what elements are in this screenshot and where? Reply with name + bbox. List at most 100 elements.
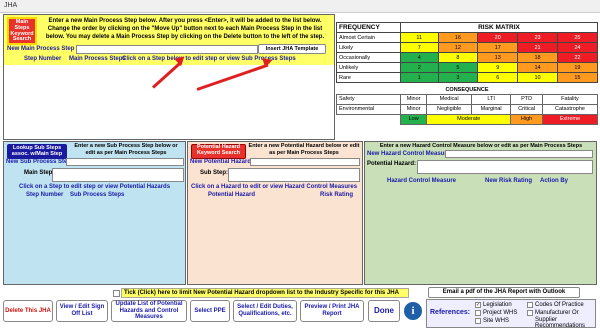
update-list-button[interactable]: Update List of Potential Hazards and Con… <box>111 300 187 322</box>
risk-matrix-table: FREQUENCY RISK MATRIX Almost Certain 11 16… <box>336 22 599 83</box>
risk-row-label: Occasionally <box>336 52 401 63</box>
ref-manufacturer-checkbox[interactable] <box>527 310 533 316</box>
risk-cell: 3 <box>437 72 479 83</box>
risk-cell: 10 <box>517 72 558 83</box>
consequence-cell: Medical <box>426 93 472 105</box>
hazard-click-instructions: Click on a Hazard to edit or view Hazard… <box>191 184 358 190</box>
control-panel: Enter a new Hazard Control Measure below… <box>364 141 597 285</box>
consequence-cell: PTD <box>510 93 543 105</box>
main-step-label: Main Step: <box>24 170 55 176</box>
sub-instructions: Enter a new Sub Process Step below or ed… <box>74 143 178 157</box>
risk-cell: 20 <box>477 32 519 43</box>
main-steps-list[interactable] <box>4 65 334 139</box>
risk-cell: 9 <box>477 62 519 73</box>
ref-legislation-label: Legislation <box>483 302 512 308</box>
consequence-row: Environmental Minor Negligible Marginal Crit… <box>336 103 599 115</box>
info-icon[interactable]: i <box>404 302 422 320</box>
consequence-row-label: Environmental <box>336 103 401 115</box>
risk-row-label: Unlikely <box>336 62 401 73</box>
legend-low: Low <box>399 113 428 125</box>
main-keyword-search-button[interactable]: Main Steps Keyword Search <box>7 17 37 45</box>
risk-row: Almost Certain 11 16 20 23 25 <box>336 32 599 43</box>
sub-step-field[interactable] <box>228 168 360 182</box>
hdr-risk-rating: Risk Rating <box>320 192 354 198</box>
risk-cell: 25 <box>556 32 599 43</box>
risk-cell: 12 <box>437 42 479 53</box>
risk-cell: 17 <box>477 42 519 53</box>
new-sub-step-input[interactable] <box>66 158 184 166</box>
consequence-cell: Marginal <box>470 103 512 115</box>
insert-jha-template-button[interactable]: Insert JHA Template <box>258 44 326 54</box>
risk-row-label: Likely <box>336 42 401 53</box>
new-hazard-input[interactable] <box>250 158 360 166</box>
main-step-field[interactable] <box>52 168 184 182</box>
hdr-action-by: Action By <box>540 178 569 184</box>
main-instructions: Enter a new Main Process Step below. Aft… <box>45 18 325 41</box>
risk-cell: 14 <box>517 62 558 73</box>
view-signoff-button[interactable]: View / Edit Sign Off List <box>56 300 108 322</box>
new-control-input[interactable] <box>445 150 593 158</box>
preview-print-button[interactable]: Preview / Print JHA Report <box>300 300 364 322</box>
legend-high: High <box>510 113 543 125</box>
sub-step-label: Sub Step: <box>200 170 228 176</box>
references-label: References: <box>430 309 471 316</box>
consequence-table: CONSEQUENCE Safety Minor Medical LTI PTD Fata… <box>336 86 599 125</box>
risk-row-label: Almost Certain <box>336 32 401 43</box>
consequence-cell: Minor <box>399 103 428 115</box>
new-sub-step-label: New Sub Process Step <box>6 159 72 165</box>
lookup-sub-steps-button[interactable]: Lookup Sub Steps assoc. w/Main Step <box>7 144 67 159</box>
hdr-hazard-control-measure: Hazard Control Measure <box>387 178 457 184</box>
hazard-keyword-search-button[interactable]: Potential Hazard Keyword Search <box>191 144 246 159</box>
legend-moderate: Moderate <box>426 113 512 125</box>
done-button[interactable]: Done <box>368 300 400 322</box>
email-pdf-button[interactable]: Email a pdf of the JHA Report with Outlo… <box>428 287 580 298</box>
limit-text[interactable]: Tick (Click) here to limit New Potential… <box>121 288 409 298</box>
sub-steps-list[interactable] <box>4 200 185 284</box>
consequence-cell: Negligible <box>426 103 472 115</box>
main-list-header: Step Number Main Process Steps Click on … <box>4 55 334 64</box>
new-main-step-input[interactable] <box>76 45 258 54</box>
ref-codes-checkbox[interactable] <box>527 302 533 308</box>
legend-extreme: Extreme <box>541 113 599 125</box>
consequence-cell: Fatality <box>541 93 599 105</box>
new-hazard-label: New Potential Hazard <box>190 159 252 165</box>
ref-codes-label: Codes Of Practice <box>535 302 584 308</box>
ref-site-whs-label: Site WHS <box>483 318 510 324</box>
select-duties-button[interactable]: Select / Edit Duties, Qualifications, et… <box>233 300 297 322</box>
limit-checkbox[interactable] <box>113 290 120 297</box>
consequence-row: Safety Minor Medical LTI PTD Fatality <box>336 93 599 105</box>
risk-row: Likely 7 12 17 21 24 <box>336 42 599 53</box>
hazard-instructions: Enter a new Potential Hazard below or ed… <box>248 143 360 157</box>
delete-jha-button[interactable]: Delete This JHA <box>3 300 53 322</box>
hdr-sub-step-number: Step Number <box>26 192 64 198</box>
footer: Tick (Click) here to limit New Potential… <box>0 286 600 330</box>
risk-row: Occasionally 4 8 13 18 22 <box>336 52 599 63</box>
risk-cell: 16 <box>437 32 479 43</box>
new-control-label: New Hazard Control Measure <box>367 151 451 157</box>
consequence-header: CONSEQUENCE <box>445 86 489 93</box>
potential-hazard-label: Potential Hazard: <box>367 161 417 167</box>
risk-row: Rare 1 3 6 10 15 <box>336 72 599 83</box>
ref-manufacturer-label: Manufacturer Or Supplier Recommendations <box>535 310 586 330</box>
potential-hazard-field[interactable] <box>417 160 593 174</box>
new-main-step-label: New Main Process Step <box>7 46 75 52</box>
risk-matrix-panel: FREQUENCY RISK MATRIX Almost Certain 11 16… <box>336 22 599 140</box>
select-ppe-button[interactable]: Select PPE <box>190 300 230 322</box>
risk-cell: 15 <box>556 72 599 83</box>
risk-row: Unlikely 2 5 9 14 19 <box>336 62 599 73</box>
risk-cell: 24 <box>556 42 599 53</box>
hdr-main-process-steps: Main Process Steps <box>69 56 126 62</box>
hdr-step-number: Step Number <box>24 56 62 62</box>
controls-list[interactable] <box>365 186 596 284</box>
ref-legislation-checkbox[interactable]: ✓ <box>475 302 481 308</box>
references-box: References: ✓ Legislation Codes Of Pract… <box>426 299 596 330</box>
risk-row-label: Rare <box>336 72 401 83</box>
hazards-list[interactable] <box>188 200 362 284</box>
ref-site-whs-checkbox[interactable] <box>475 318 481 324</box>
risk-cell: 8 <box>437 52 479 63</box>
ref-project-whs-checkbox[interactable] <box>475 310 481 316</box>
consequence-cell: Critical <box>510 103 543 115</box>
risk-cell: 2 <box>400 62 439 73</box>
main-steps-panel: Main Steps Keyword Search Enter a new Ma… <box>3 14 335 140</box>
hdr-new-risk-rating: New Risk Rating <box>485 178 533 184</box>
